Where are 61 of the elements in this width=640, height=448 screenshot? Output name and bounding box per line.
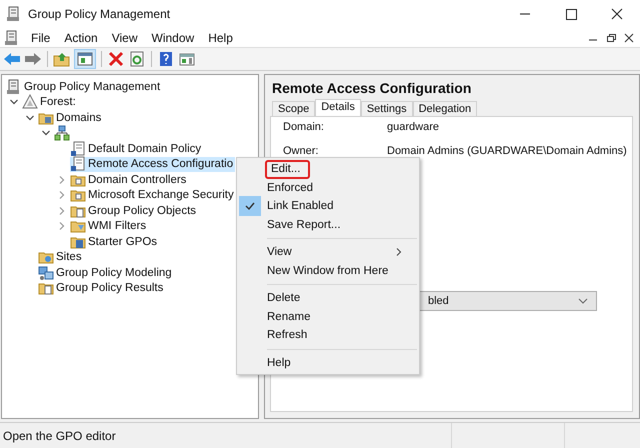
menu-item[interactable]: Link Enabled — [239, 197, 417, 216]
menu-item[interactable]: Save Report... — [239, 216, 417, 234]
menu-item[interactable]: View — [104, 30, 144, 44]
tree-item[interactable]: Domain Controllers — [70, 172, 188, 188]
field-value: Domain Admins (GUARDWARE\Domain Admins) — [387, 145, 627, 159]
menu-item[interactable]: New Window from Here — [239, 262, 417, 280]
tree-item[interactable]: Microsoft Exchange Security — [70, 188, 236, 203]
domain-icon — [54, 125, 70, 142]
delete-icon[interactable] — [107, 51, 125, 67]
collapsed-chevron-icon[interactable] — [57, 221, 67, 232]
menu-item[interactable]: Refresh — [239, 326, 417, 344]
tab[interactable]: Scope — [272, 101, 316, 116]
action-pane-icon[interactable] — [178, 51, 196, 67]
console-icon — [6, 78, 22, 95]
dropdown-caret-icon — [578, 297, 588, 305]
up-folder-icon[interactable] — [53, 51, 71, 67]
tab[interactable]: Details — [315, 99, 361, 116]
app-icon — [6, 6, 22, 22]
menu-item[interactable]: Help — [201, 30, 240, 44]
forest-icon — [22, 94, 38, 110]
tree-item[interactable]: Group Policy Modeling — [38, 265, 174, 280]
field-label: Domain: — [283, 121, 325, 135]
menu-item[interactable]: File — [24, 30, 58, 44]
tree-item[interactable]: Default Domain Policy — [70, 141, 204, 156]
tab[interactable]: Settings — [360, 101, 413, 116]
status-text: Open the GPO editor — [2, 428, 117, 442]
gpo-icon — [70, 140, 86, 157]
tree-item[interactable]: Group Policy Management — [6, 79, 162, 94]
expanded-chevron-icon[interactable] — [25, 112, 35, 123]
menu-item[interactable]: Action — [57, 30, 105, 44]
pane-title: Remote Access Configuration — [271, 79, 472, 98]
tree-item[interactable]: Domains — [38, 110, 104, 126]
collapsed-chevron-icon[interactable] — [57, 174, 67, 185]
window-title: Group Policy Management — [28, 7, 172, 21]
menu-item[interactable]: Help — [239, 354, 417, 372]
refresh-icon[interactable] — [128, 51, 146, 67]
tree-item[interactable]: Starter GPOs — [70, 234, 160, 250]
restore-icon[interactable] — [604, 32, 618, 44]
menu-item[interactable]: Edit... — [265, 160, 310, 178]
help-icon[interactable] — [157, 51, 175, 67]
tree-item[interactable]: Sites — [38, 250, 84, 265]
tree-item[interactable]: Group Policy Results — [38, 280, 166, 296]
tree-item[interactable] — [54, 126, 72, 141]
close-icon[interactable] — [622, 32, 636, 44]
collapsed-chevron-icon[interactable] — [57, 206, 67, 216]
tree-item[interactable]: Remote Access Configuratio — [70, 156, 236, 172]
menu-item[interactable]: Window — [144, 30, 202, 44]
menu-item[interactable]: View — [239, 243, 417, 262]
collapsed-chevron-icon[interactable] — [57, 190, 67, 200]
menu-item[interactable]: Enforced — [239, 178, 417, 197]
field-value: guardware — [387, 121, 439, 135]
back-arrow-icon[interactable] — [3, 51, 21, 67]
tree-item[interactable]: WMI Filters — [70, 218, 148, 234]
tab[interactable]: Delegation — [412, 101, 478, 116]
modeling-icon — [38, 264, 54, 281]
gpo-icon — [70, 156, 86, 172]
app-icon — [4, 30, 20, 46]
tree-item[interactable]: Forest: — [22, 94, 78, 110]
show-tree-icon[interactable] — [74, 49, 96, 69]
tree-item[interactable]: Group Policy Objects — [70, 203, 198, 218]
forward-arrow-icon[interactable] — [24, 51, 42, 67]
